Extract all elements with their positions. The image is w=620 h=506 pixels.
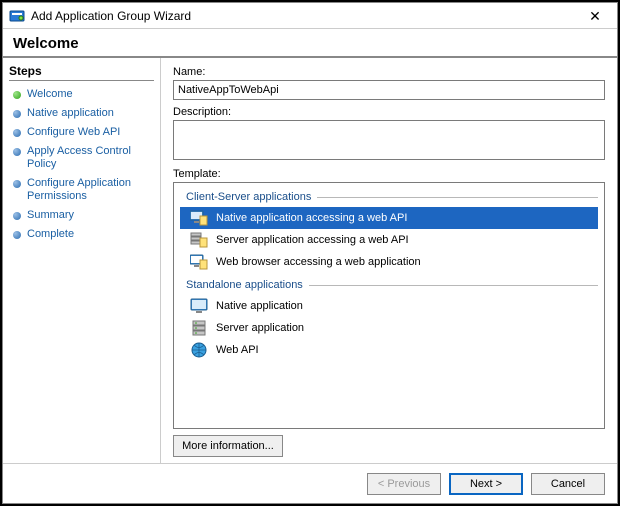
next-button[interactable]: Next > bbox=[449, 473, 523, 495]
template-browser-accessing-web-app[interactable]: Web browser accessing a web application bbox=[180, 251, 598, 273]
steps-heading: Steps bbox=[9, 64, 154, 81]
template-item-label: Web API bbox=[216, 344, 259, 356]
bullet-pending-icon bbox=[13, 231, 21, 239]
template-item-label: Native application accessing a web API bbox=[216, 212, 407, 224]
step-native-application[interactable]: Native application bbox=[9, 104, 160, 123]
template-server-application[interactable]: Server application bbox=[180, 317, 598, 339]
steps-sidebar: Steps Welcome Native application Configu… bbox=[3, 58, 161, 463]
bullet-current-icon bbox=[13, 91, 21, 99]
server-app-icon bbox=[190, 319, 208, 337]
app-icon bbox=[9, 8, 25, 24]
more-information-button[interactable]: More information... bbox=[173, 435, 283, 457]
cancel-button[interactable]: Cancel bbox=[531, 473, 605, 495]
step-configure-app-permissions[interactable]: Configure Application Permissions bbox=[9, 174, 160, 206]
step-complete[interactable]: Complete bbox=[9, 225, 160, 244]
native-app-icon bbox=[190, 297, 208, 315]
step-welcome[interactable]: Welcome bbox=[9, 85, 160, 104]
bullet-pending-icon bbox=[13, 180, 21, 188]
step-configure-web-api[interactable]: Configure Web API bbox=[9, 123, 160, 142]
bullet-pending-icon bbox=[13, 110, 21, 118]
step-summary[interactable]: Summary bbox=[9, 206, 160, 225]
template-label: Template: bbox=[173, 168, 605, 180]
titlebar: Add Application Group Wizard ✕ bbox=[3, 3, 617, 29]
template-native-accessing-web-api[interactable]: Native application accessing a web API bbox=[180, 207, 598, 229]
bullet-pending-icon bbox=[13, 212, 21, 220]
template-item-label: Server application bbox=[216, 322, 304, 334]
page-title: Welcome bbox=[3, 29, 617, 58]
step-apply-access-control-policy[interactable]: Apply Access Control Policy bbox=[9, 142, 160, 174]
template-native-application[interactable]: Native application bbox=[180, 295, 598, 317]
native-web-icon bbox=[190, 209, 208, 227]
description-label: Description: bbox=[173, 106, 605, 118]
description-input[interactable] bbox=[173, 120, 605, 160]
template-server-accessing-web-api[interactable]: Server application accessing a web API bbox=[180, 229, 598, 251]
name-input[interactable] bbox=[173, 80, 605, 100]
bullet-pending-icon bbox=[13, 129, 21, 137]
template-group-standalone: Standalone applications bbox=[180, 279, 598, 291]
template-web-api[interactable]: Web API bbox=[180, 339, 598, 361]
window-title: Add Application Group Wizard bbox=[31, 9, 579, 23]
close-button[interactable]: ✕ bbox=[579, 8, 611, 24]
previous-button: < Previous bbox=[367, 473, 441, 495]
template-list: Client-Server applications Native applic… bbox=[173, 182, 605, 429]
template-item-label: Native application bbox=[216, 300, 303, 312]
wizard-footer: < Previous Next > Cancel bbox=[3, 463, 617, 503]
name-label: Name: bbox=[173, 66, 605, 78]
server-web-icon bbox=[190, 231, 208, 249]
template-item-label: Web browser accessing a web application bbox=[216, 256, 421, 268]
web-api-icon bbox=[190, 341, 208, 359]
template-item-label: Server application accessing a web API bbox=[216, 234, 409, 246]
template-group-client-server: Client-Server applications bbox=[180, 191, 598, 203]
bullet-pending-icon bbox=[13, 148, 21, 156]
browser-web-icon bbox=[190, 253, 208, 271]
